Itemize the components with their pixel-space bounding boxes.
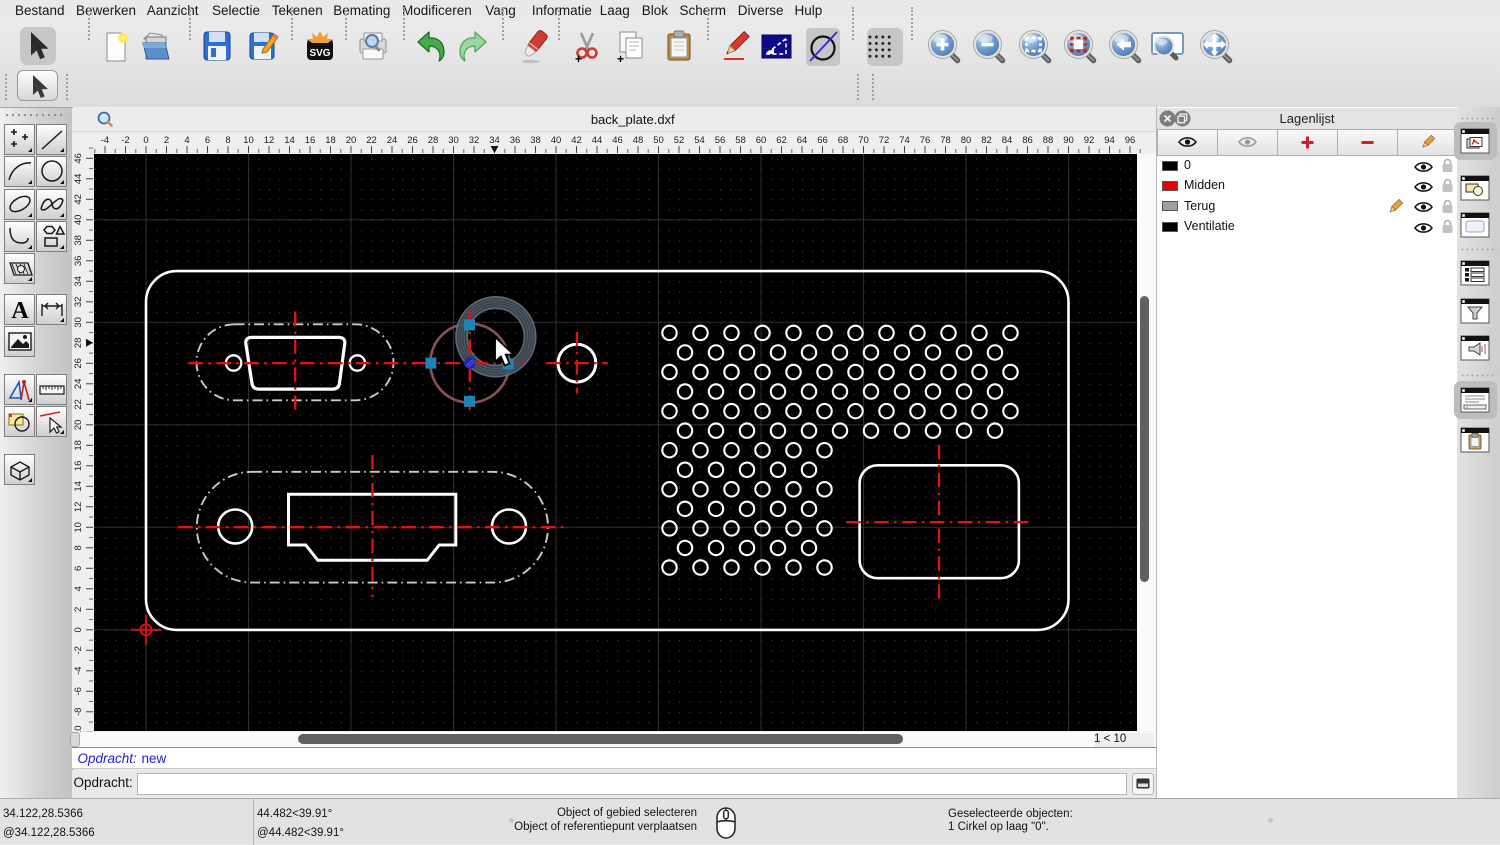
svg-text:42: 42 xyxy=(571,135,582,146)
svg-text:68: 68 xyxy=(837,135,848,146)
svg-text:62: 62 xyxy=(776,135,787,146)
svg-text:18: 18 xyxy=(73,440,84,451)
svg-text:-6: -6 xyxy=(73,687,84,695)
svg-text:38: 38 xyxy=(530,135,541,146)
svg-text:A: A xyxy=(11,298,29,324)
svg-text:24: 24 xyxy=(73,378,84,389)
svg-text:-4: -4 xyxy=(73,666,84,674)
svg-text:14: 14 xyxy=(284,135,295,146)
svg-text:>: > xyxy=(1466,406,1468,411)
svg-text:8: 8 xyxy=(73,545,84,550)
svg-text:0: 0 xyxy=(143,135,148,146)
svg-text:0: 0 xyxy=(73,627,84,632)
svg-text:8: 8 xyxy=(225,135,230,146)
svg-text:32: 32 xyxy=(73,296,84,307)
svg-text:34: 34 xyxy=(73,276,84,287)
svg-text:24: 24 xyxy=(386,135,397,146)
svg-text:2: 2 xyxy=(73,606,84,611)
svg-text:28: 28 xyxy=(427,135,438,146)
svg-text:70: 70 xyxy=(858,135,869,146)
svg-text:SVG: SVG xyxy=(309,48,330,59)
svg-text:50: 50 xyxy=(653,135,664,146)
svg-text:34: 34 xyxy=(489,135,500,146)
svg-text:4: 4 xyxy=(184,135,189,146)
svg-text:10: 10 xyxy=(243,135,254,146)
svg-text:+: + xyxy=(575,52,582,66)
svg-text:22: 22 xyxy=(366,135,377,146)
svg-text:30: 30 xyxy=(448,135,459,146)
svg-text:72: 72 xyxy=(878,135,889,146)
svg-text:20: 20 xyxy=(345,135,356,146)
svg-text:38: 38 xyxy=(73,235,84,246)
svg-text:30: 30 xyxy=(73,317,84,328)
svg-text:2: 2 xyxy=(163,135,168,146)
svg-text:-2: -2 xyxy=(73,646,84,654)
svg-text:26: 26 xyxy=(407,135,418,146)
svg-text:22: 22 xyxy=(73,399,84,410)
svg-text:76: 76 xyxy=(919,135,930,146)
svg-text:94: 94 xyxy=(1104,135,1115,146)
svg-text:6: 6 xyxy=(73,565,84,570)
svg-text:74: 74 xyxy=(899,135,910,146)
svg-text:58: 58 xyxy=(735,135,746,146)
svg-text:88: 88 xyxy=(1042,135,1053,146)
svg-text:44: 44 xyxy=(591,135,602,146)
svg-text:-8: -8 xyxy=(73,707,84,715)
svg-text:36: 36 xyxy=(73,255,84,266)
svg-text:82: 82 xyxy=(981,135,992,146)
svg-text:84: 84 xyxy=(1001,135,1012,146)
svg-text:28: 28 xyxy=(73,337,84,348)
svg-text:-4: -4 xyxy=(100,135,108,146)
svg-text:60: 60 xyxy=(755,135,766,146)
svg-text:92: 92 xyxy=(1083,135,1094,146)
svg-text:56: 56 xyxy=(714,135,725,146)
svg-text:12: 12 xyxy=(263,135,274,146)
svg-text:66: 66 xyxy=(817,135,828,146)
svg-text:+: + xyxy=(617,52,624,66)
svg-text:40: 40 xyxy=(73,214,84,225)
svg-text:32: 32 xyxy=(468,135,479,146)
svg-text:16: 16 xyxy=(304,135,315,146)
svg-text:64: 64 xyxy=(796,135,807,146)
svg-text:78: 78 xyxy=(940,135,951,146)
svg-text:46: 46 xyxy=(612,135,623,146)
svg-text:40: 40 xyxy=(550,135,561,146)
svg-text:16: 16 xyxy=(73,460,84,471)
svg-text:36: 36 xyxy=(509,135,520,146)
svg-text:48: 48 xyxy=(632,135,643,146)
svg-text:14: 14 xyxy=(73,481,84,492)
svg-text:6: 6 xyxy=(204,135,209,146)
svg-text:96: 96 xyxy=(1124,135,1135,146)
svg-text:4: 4 xyxy=(73,586,84,591)
svg-text:26: 26 xyxy=(73,358,84,369)
svg-text:86: 86 xyxy=(1022,135,1033,146)
svg-text:42: 42 xyxy=(73,194,84,205)
svg-text:90: 90 xyxy=(1063,135,1074,146)
svg-text:80: 80 xyxy=(960,135,971,146)
svg-text:46: 46 xyxy=(73,153,84,164)
svg-text:54: 54 xyxy=(694,135,705,146)
svg-text:44: 44 xyxy=(73,173,84,184)
svg-text:18: 18 xyxy=(325,135,336,146)
svg-text:10: 10 xyxy=(73,522,84,533)
svg-text:20: 20 xyxy=(73,419,84,430)
svg-text:-2: -2 xyxy=(121,135,129,146)
svg-text:52: 52 xyxy=(673,135,684,146)
svg-text:12: 12 xyxy=(73,501,84,512)
